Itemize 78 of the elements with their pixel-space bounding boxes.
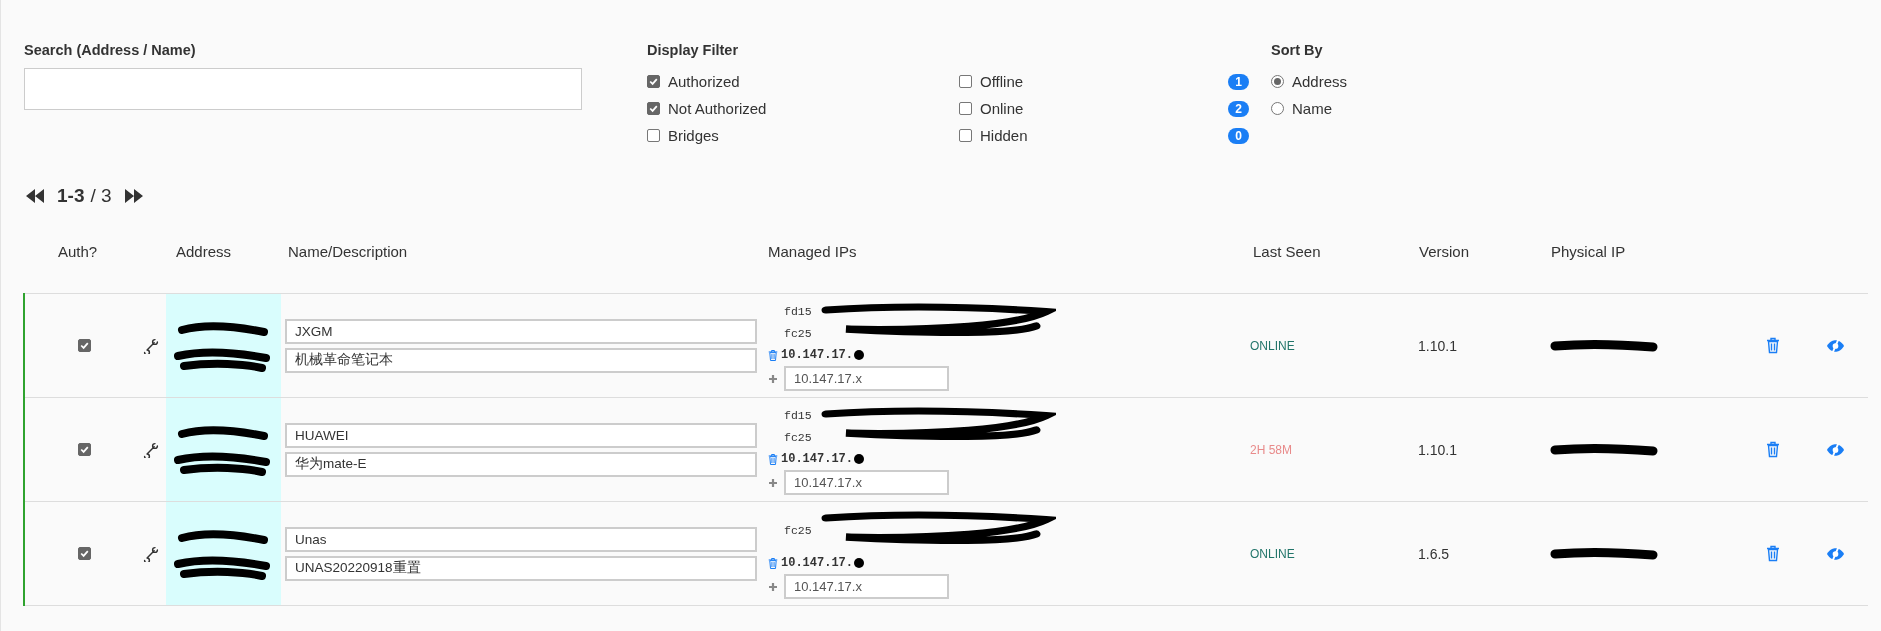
checkbox[interactable] [647,102,660,115]
checkbox[interactable] [959,102,972,115]
add-icon[interactable] [768,373,778,384]
radio-label: Address [1292,73,1348,90]
checkbox[interactable] [647,75,660,88]
display-filter-title: Display Filter [647,42,740,58]
first-page-icon[interactable] [25,188,45,204]
page-total: / 3 [90,185,112,207]
trash-icon[interactable] [768,452,778,466]
last-seen-status: ONLINE [1250,546,1295,561]
search-label: Search (Address / Name) [24,42,197,58]
checkbox-label: Offline [980,73,1024,90]
hide-icon[interactable] [1826,545,1845,562]
count-badge: 2 [1228,100,1249,117]
add-icon[interactable] [768,477,778,488]
checkbox[interactable] [959,75,972,88]
count-badge: 1 [1228,73,1249,90]
column-header: Physical IP [1550,243,1627,260]
radio-label: Name [1292,100,1332,117]
version-text: 1.10.1 [1418,337,1457,354]
column-header: Auth? [57,243,99,260]
name-field[interactable]: JXGM [285,318,757,344]
wrench-icon[interactable] [143,337,159,354]
redaction-scribble [854,454,864,464]
checkbox[interactable] [959,129,972,142]
checkbox-label: Authorized [668,73,740,90]
ip-address: fc25 [784,326,813,340]
redaction-scribble [854,558,864,568]
ip-address: fc25 [784,430,813,444]
ip-address: 10.147.17. [781,556,853,570]
search-field[interactable] [24,68,582,110]
name-field[interactable]: HUAWEI [285,422,757,448]
sort-by-title: Sort By [1271,42,1324,58]
description-field[interactable]: UNAS20220918重置 [285,555,757,581]
column-header: Version [1418,243,1471,260]
new-ip-field[interactable]: 10.147.17.x [784,470,949,495]
description-field[interactable]: 华为mate-E [285,451,757,477]
add-icon[interactable] [768,581,778,592]
wrench-icon[interactable] [143,441,159,458]
radio-button[interactable] [1271,75,1284,88]
version-text: 1.10.1 [1418,441,1457,458]
last-seen-status: ONLINE [1250,338,1295,353]
delete-icon[interactable] [1766,441,1780,458]
checkbox-label: Hidden [980,127,1028,144]
ip-address: 10.147.17. [781,348,853,362]
auth-checkbox[interactable] [77,547,91,560]
column-header: Last Seen [1252,243,1322,260]
ip-address: fd15 [784,408,813,422]
checkbox-label: Not Authorized [668,100,767,117]
count-badge: 0 [1228,127,1249,144]
trash-icon[interactable] [768,348,778,362]
redaction-scribble [854,350,864,360]
delete-icon[interactable] [1766,337,1780,354]
ip-address: fd15 [784,304,813,318]
version-text: 1.6.5 [1418,545,1450,562]
page-range: 1-3 [57,185,85,207]
ip-address: 10.147.17. [781,452,853,466]
new-ip-field[interactable]: 10.147.17.x [784,366,949,391]
last-seen-status: 2H 58M [1250,442,1293,457]
delete-icon[interactable] [1766,545,1780,562]
hide-icon[interactable] [1826,337,1845,354]
checkbox-label: Bridges [668,127,719,144]
last-page-icon[interactable] [123,188,144,204]
column-header: Name/Description [287,243,409,260]
name-field[interactable]: Unas [285,526,757,552]
checkbox[interactable] [647,129,660,142]
new-ip-field[interactable]: 10.147.17.x [784,574,949,599]
radio-button[interactable] [1271,102,1284,115]
auth-checkbox[interactable] [77,443,91,456]
hide-icon[interactable] [1826,441,1845,458]
description-field[interactable]: 机械革命笔记本 [285,347,757,373]
ip-address: fc25 [784,523,813,537]
wrench-icon[interactable] [143,545,159,562]
column-header: Managed IPs [768,243,858,260]
column-header: Address [175,243,233,260]
trash-icon[interactable] [768,556,778,570]
checkbox-label: Online [980,100,1024,117]
auth-checkbox[interactable] [77,339,91,352]
